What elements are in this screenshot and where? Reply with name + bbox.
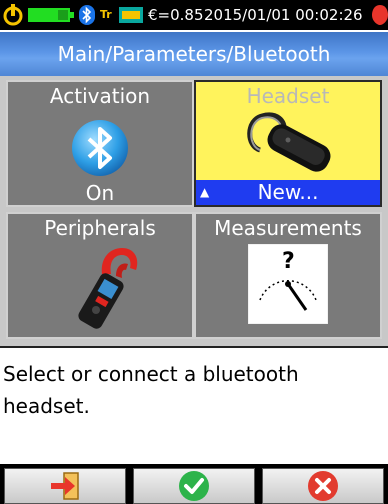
cancel-button[interactable] (262, 468, 384, 504)
tile-headset[interactable]: Headset ▲︎ New... (194, 80, 382, 207)
softkey-bar (0, 464, 388, 504)
date-time: 2015/01/01 00:02:26 (204, 6, 363, 24)
svg-text:?: ? (282, 249, 295, 274)
tile-title: Headset (246, 84, 330, 108)
page-title: Main/Parameters/Bluetooth (0, 32, 388, 76)
settings-grid: Activation On Headset ▲︎ New... Peripher… (0, 76, 388, 346)
emissivity-icon (119, 7, 143, 23)
power-icon (3, 4, 23, 26)
tile-value: ▲︎ New... (196, 180, 380, 205)
tile-peripherals[interactable]: Peripherals (6, 212, 194, 339)
tile-title: Measurements (214, 216, 362, 240)
cancel-x-icon (308, 471, 338, 501)
tile-value-text: New... (257, 180, 319, 204)
headset-icon (247, 112, 331, 172)
help-panel: Select or connect a bluetooth headset. (0, 346, 388, 464)
clamp-meter-icon (78, 248, 138, 329)
emissivity-readout: €=0.85 (148, 6, 204, 24)
tile-measurements[interactable]: Measurements ? (194, 212, 382, 339)
exit-button[interactable] (4, 468, 126, 504)
gauge-icon: ? (248, 244, 328, 324)
tile-activation[interactable]: Activation On (6, 80, 194, 207)
tile-title: Peripherals (44, 216, 156, 240)
trigger-icon: Tr (100, 8, 112, 21)
battery-icon (28, 8, 74, 22)
selector-arrows-icon: ▲︎ (200, 185, 210, 199)
tile-value: On (85, 181, 115, 205)
confirm-check-icon (179, 471, 209, 501)
alert-icon (372, 5, 388, 25)
bluetooth-status-icon (79, 5, 95, 25)
help-text: Select or connect a bluetooth headset. (3, 362, 299, 418)
exit-icon (51, 472, 79, 500)
bluetooth-icon (72, 120, 128, 176)
confirm-button[interactable] (133, 468, 255, 504)
status-bar: Tr €=0.85 2015/01/01 00:02:26 (0, 0, 388, 30)
tile-title: Activation (49, 84, 151, 108)
